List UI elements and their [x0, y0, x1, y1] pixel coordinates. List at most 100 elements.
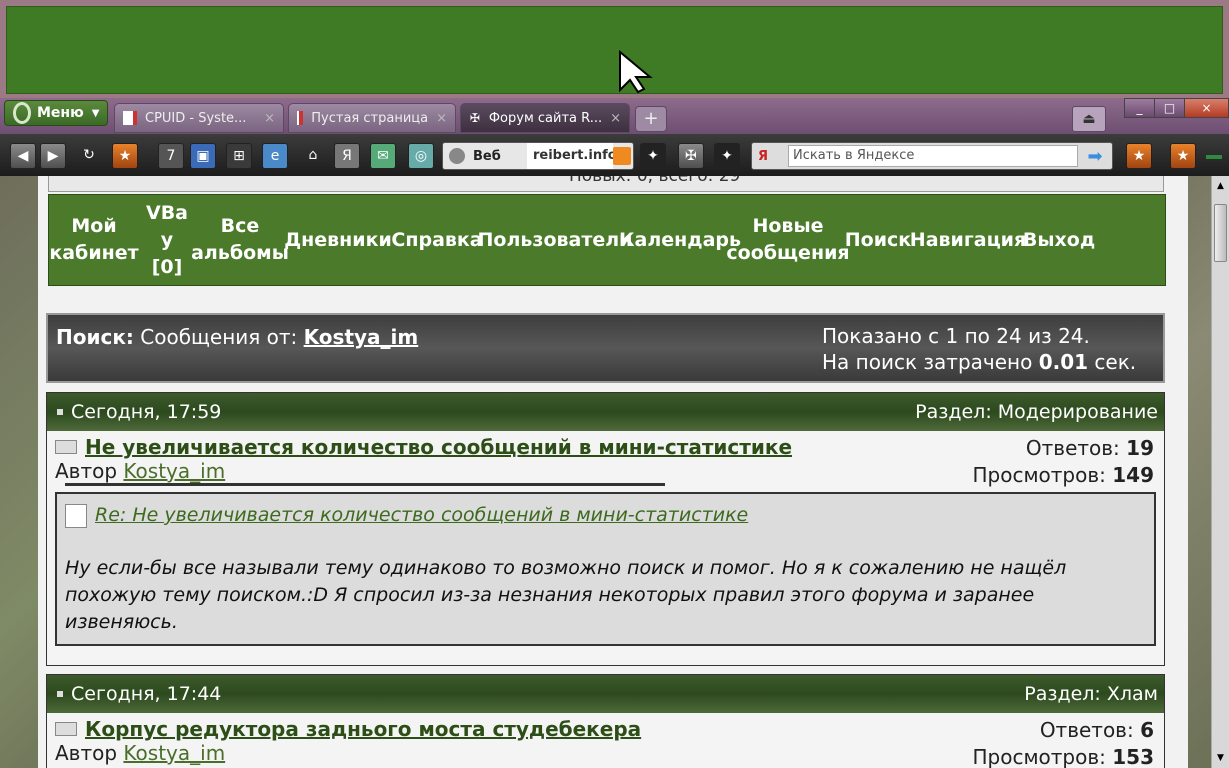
search-label: Поиск:	[56, 325, 134, 349]
author-link[interactable]: Kostya_im	[123, 741, 225, 765]
views-label: Просмотров:	[972, 745, 1106, 768]
tab-label: CPUID - Syste...	[145, 110, 247, 126]
post-excerpt: Re: Не увеличивается количество сообщени…	[55, 492, 1156, 646]
scroll-down-icon[interactable]: ▼	[1212, 750, 1229, 766]
minimize-button[interactable]: _	[1125, 99, 1155, 117]
author-label: Автор	[55, 741, 118, 765]
ie-icon[interactable]: e	[262, 143, 288, 169]
forum-page: Новых: 0, всего: 29 Мой кабинет VBa у [0…	[38, 176, 1188, 768]
reload-icon[interactable]: ↻	[76, 143, 102, 169]
previous-row: Новых: 0, всего: 29	[48, 176, 1164, 192]
tab-cpuid[interactable]: CPUID - Syste... ×	[114, 103, 284, 133]
address-bar[interactable]: Веб reibert.info	[442, 142, 634, 170]
messages-from-label: Сообщения от:	[140, 325, 298, 349]
app-icon[interactable]: ▣	[190, 143, 216, 169]
post-section: Раздел: Хлам	[1024, 683, 1158, 705]
nav-users[interactable]: Пользователи	[478, 195, 633, 285]
forward-icon[interactable]: ▶	[40, 143, 66, 169]
back-icon[interactable]: ◀	[10, 143, 36, 169]
bullet-icon	[57, 409, 63, 415]
replies-label: Ответов:	[1039, 718, 1134, 742]
page-icon	[123, 111, 137, 125]
replies-label: Ответов:	[1025, 436, 1120, 460]
yandex-search-icon[interactable]: Я	[752, 149, 788, 164]
post-stats: Ответов: 6 Просмотров: 153	[972, 717, 1154, 768]
mail-icon[interactable]: ✉	[370, 143, 396, 169]
home-icon[interactable]: ⌂	[300, 143, 326, 169]
document-icon	[65, 503, 87, 528]
vertical-scrollbar[interactable]: ▲ ▼	[1211, 176, 1229, 768]
green-top-panel	[6, 6, 1223, 94]
search-result-header: Поиск: Сообщения от: Kostya_im Показано …	[46, 313, 1165, 383]
nav-help[interactable]: Справка	[391, 195, 483, 285]
search-input[interactable]: Искать в Яндексе	[788, 145, 1078, 167]
views-label: Просмотров:	[972, 463, 1106, 487]
mouse-cursor-icon	[619, 50, 653, 94]
replies-count: 19	[1126, 436, 1154, 460]
bookmark-icon[interactable]: ★	[1170, 143, 1196, 169]
forum-navbar: Мой кабинет VBa у [0] Все альбомы Дневни…	[48, 194, 1166, 286]
nav-search[interactable]: Поиск	[843, 195, 913, 285]
search-go-icon[interactable]: ➡	[1078, 146, 1112, 167]
post-header: Сегодня, 17:44 Раздел: Хлам	[47, 675, 1164, 713]
thread-title-link[interactable]: Не увеличивается количество сообщений в …	[85, 435, 792, 459]
cross-icon[interactable]: ✠	[678, 143, 704, 169]
post-link[interactable]: Re: Не увеличивается количество сообщени…	[95, 502, 748, 529]
time-value: 0.01	[1038, 350, 1089, 374]
new-tab-button[interactable]: +	[635, 106, 667, 132]
scroll-up-icon[interactable]: ▲	[1212, 178, 1229, 194]
close-icon[interactable]: ×	[256, 111, 275, 126]
nav-navigation[interactable]: Навигация	[910, 195, 1026, 285]
windows-icon[interactable]: ⊞	[226, 143, 252, 169]
post-date: Сегодня, 17:44	[71, 683, 222, 705]
bookmark-icon[interactable]: ★	[1126, 143, 1152, 169]
author-label: Автор	[55, 459, 118, 483]
nav-albums[interactable]: Все альбомы	[191, 195, 289, 285]
nav-calendar[interactable]: Календарь	[619, 195, 741, 285]
time-suffix: сек.	[1094, 350, 1137, 374]
tab-empty-page[interactable]: Пустая страница ×	[288, 103, 456, 133]
search-box[interactable]: Я Искать в Яндексе ➡	[751, 142, 1113, 170]
author-link[interactable]: Kostya_im	[123, 459, 225, 483]
views-count: 149	[1112, 463, 1154, 487]
nav-diaries[interactable]: Дневники	[284, 195, 392, 285]
yandex-icon[interactable]: Я	[334, 143, 360, 169]
address-input[interactable]: reibert.info	[527, 143, 613, 169]
bullet-icon	[57, 691, 63, 697]
envelope-icon	[55, 440, 77, 454]
search-result-post: Сегодня, 17:44 Раздел: Хлам Корпус редук…	[46, 674, 1165, 768]
cross-icon: ✠	[469, 111, 480, 125]
post-stats: Ответов: 19 Просмотров: 149	[972, 435, 1154, 489]
envelope-icon	[55, 722, 77, 736]
opera-logo-icon	[13, 102, 31, 124]
close-window-button[interactable]: ×	[1185, 99, 1229, 117]
bookmark-icon[interactable]: ★	[112, 143, 138, 169]
rss-icon[interactable]	[613, 147, 631, 165]
nav-vbay[interactable]: VBa у [0]	[139, 195, 195, 285]
opera-menu-button[interactable]: Меню ▼	[4, 100, 108, 126]
trash-icon[interactable]: ⏏	[1072, 106, 1106, 132]
shown-count: Показано с 1 по 24 из 24.	[822, 324, 1090, 348]
scrollbar-thumb[interactable]	[1214, 204, 1227, 262]
nav-logout[interactable]: Выход	[1023, 195, 1095, 285]
thread-title-link[interactable]: Корпус редуктора заднього моста студебек…	[85, 717, 641, 741]
nav-new-posts[interactable]: Новые сообщения	[726, 195, 849, 285]
eagle-icon[interactable]: ✦	[640, 143, 666, 169]
speed-dial-icon[interactable]: ◎	[408, 143, 434, 169]
maximize-button[interactable]: □	[1155, 99, 1185, 117]
tab-label: Форум сайта R...	[488, 110, 603, 126]
window-controls: _ □ ×	[1124, 98, 1229, 118]
globe-icon	[449, 148, 465, 164]
post-header: Сегодня, 17:59 Раздел: Модерирование	[47, 393, 1164, 431]
chevron-down-icon: ▼	[91, 107, 100, 119]
eagle-icon[interactable]: ✦	[714, 143, 740, 169]
number-seven-icon[interactable]: 7	[158, 143, 184, 169]
close-icon[interactable]: ×	[428, 111, 447, 126]
tab-forum[interactable]: ✠ Форум сайта R... ×	[460, 103, 630, 133]
search-user-link[interactable]: Kostya_im	[304, 325, 419, 349]
search-result-post: Сегодня, 17:59 Раздел: Модерирование Не …	[46, 392, 1165, 666]
nav-my-cabinet[interactable]: Мой кабинет	[49, 195, 139, 285]
replies-count: 6	[1140, 718, 1154, 742]
time-prefix: На поиск затрачено	[822, 350, 1033, 374]
close-icon[interactable]: ×	[602, 111, 621, 126]
